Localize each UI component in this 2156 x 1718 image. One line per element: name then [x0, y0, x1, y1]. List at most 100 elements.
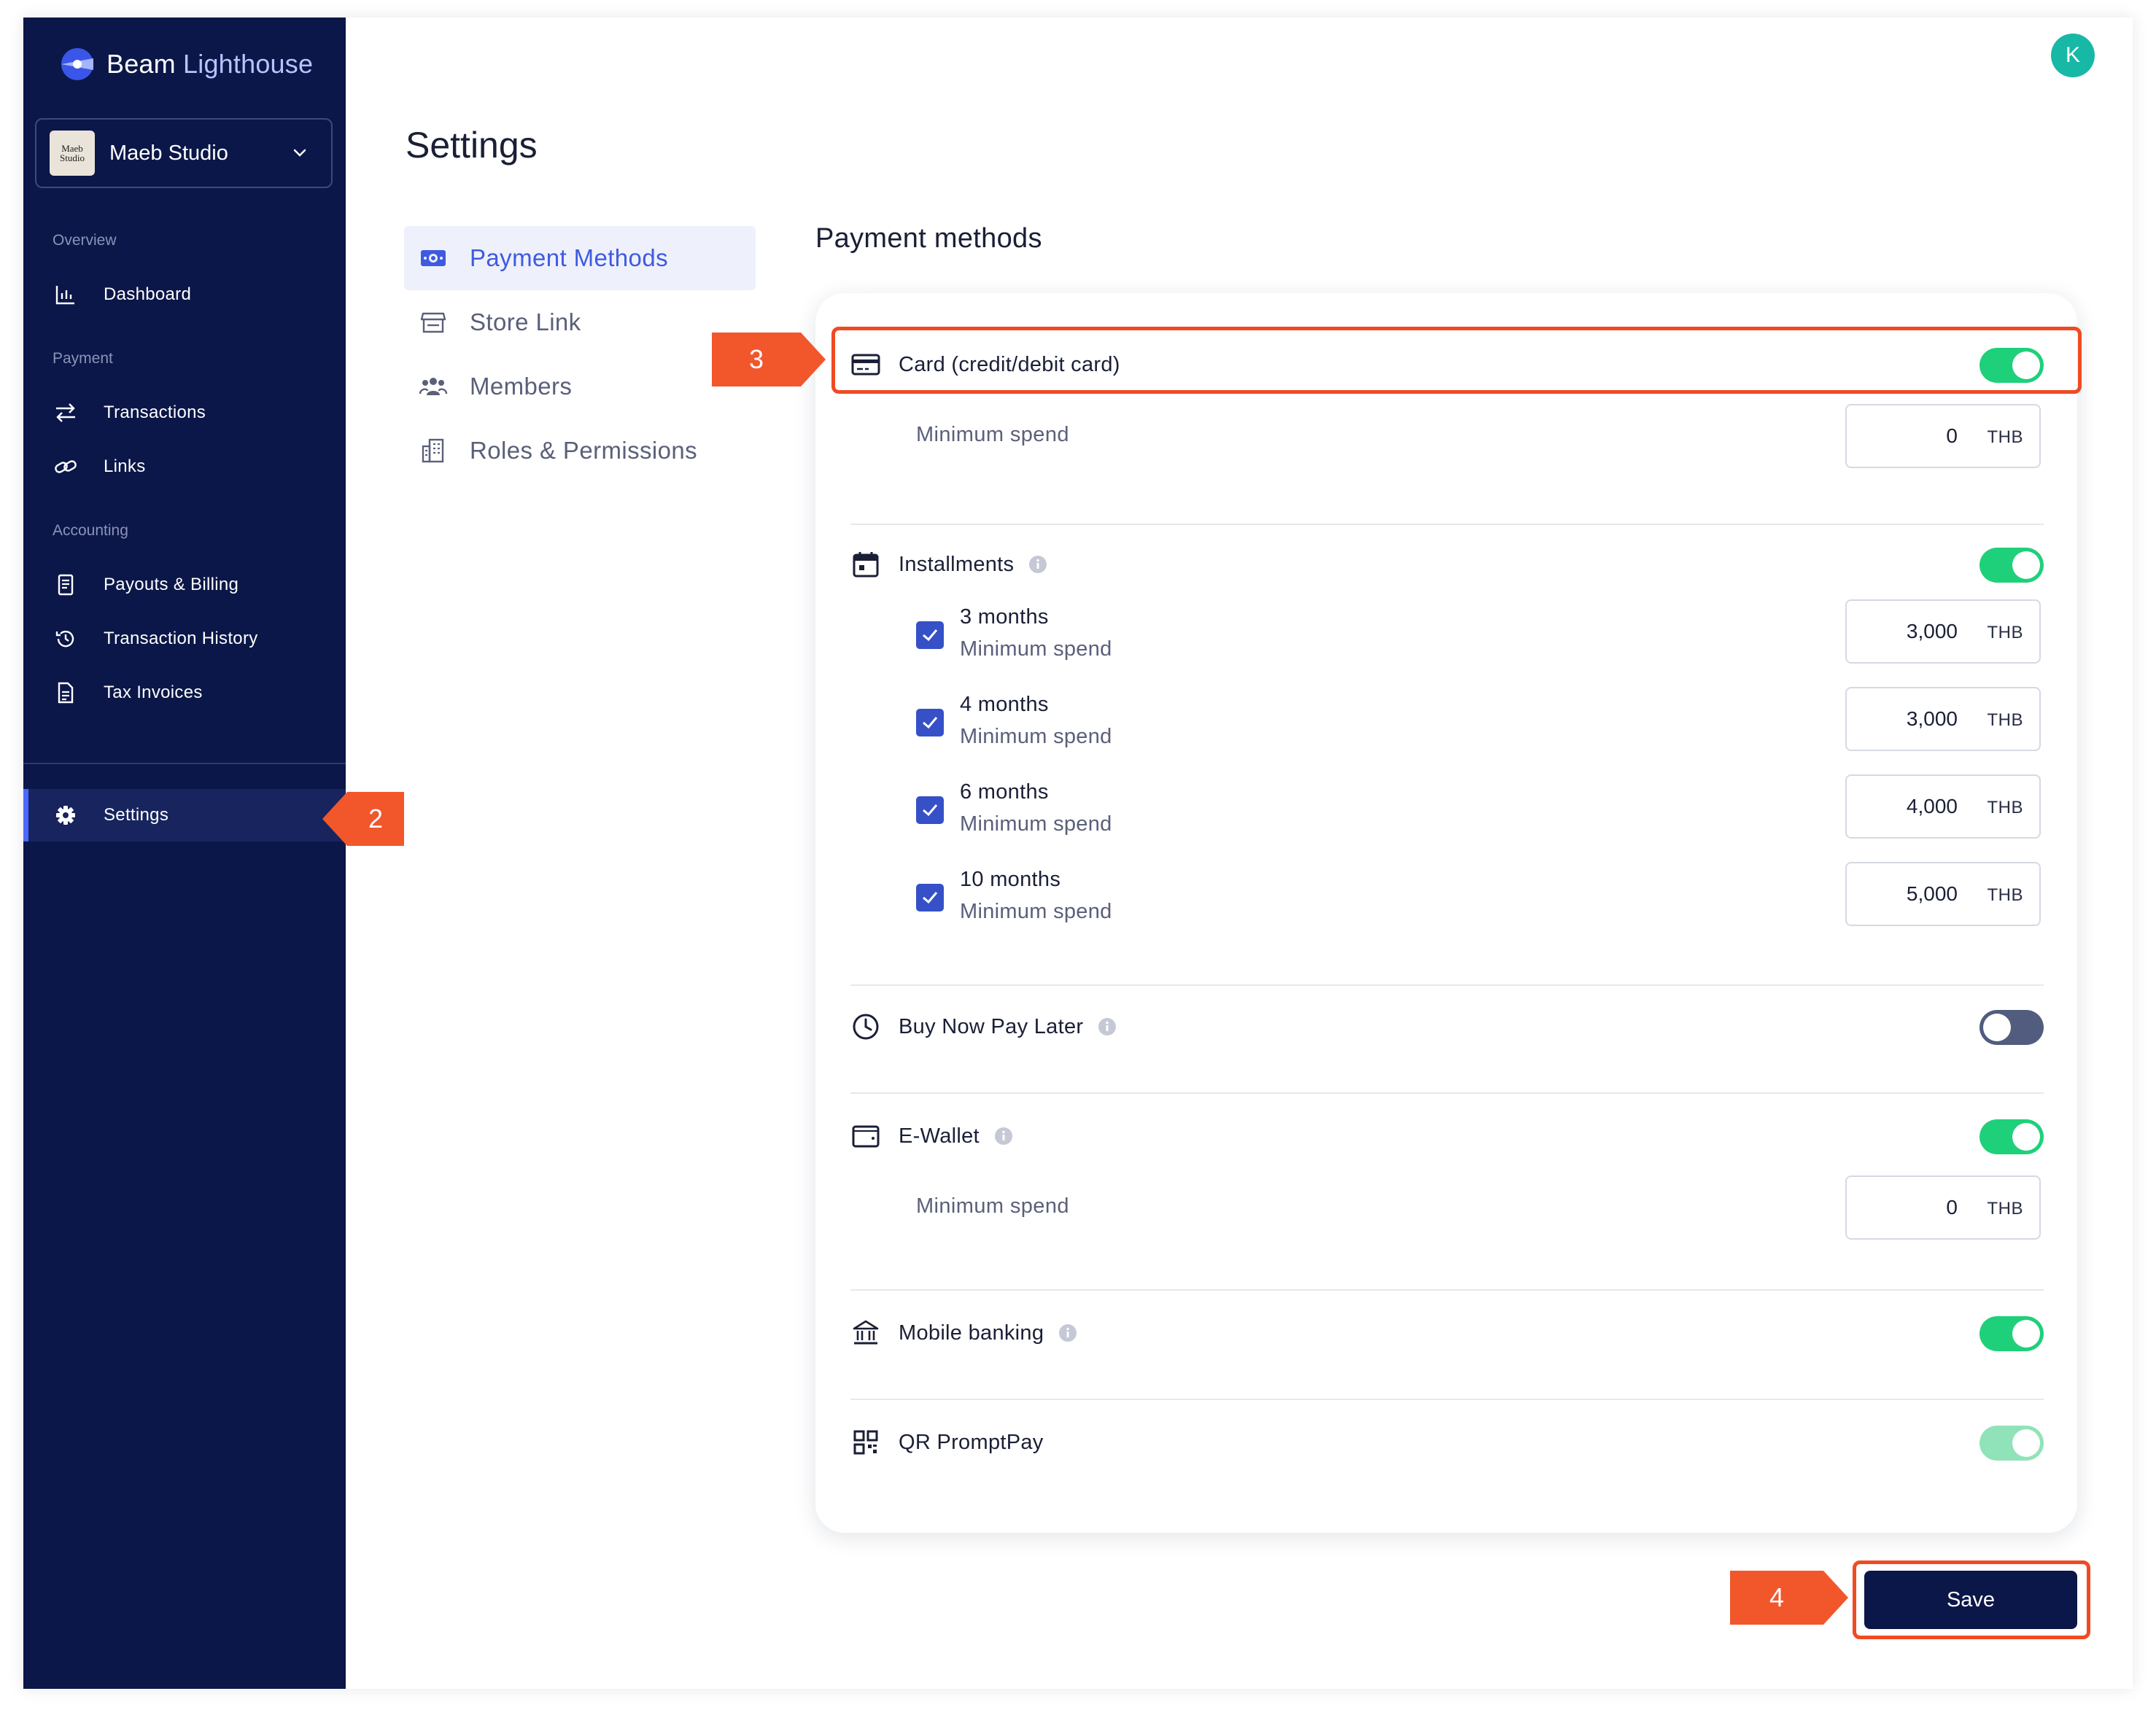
info-icon[interactable] [1028, 555, 1047, 574]
bar-chart-icon [55, 286, 74, 305]
check-icon [923, 804, 938, 817]
calendar-icon [853, 552, 879, 578]
qr-toggle[interactable] [1979, 1426, 2044, 1461]
sidebar-item-tax-invoices[interactable]: Tax Invoices [53, 677, 203, 709]
plan-checkbox[interactable] [916, 709, 944, 736]
bnpl-toggle[interactable] [1979, 1010, 2044, 1045]
arrows-swap-icon [56, 403, 75, 422]
plan-min-spend-input[interactable]: 3,000 THB [1845, 599, 2041, 664]
sidebar-item-dashboard[interactable]: Dashboard [53, 279, 191, 311]
min-spend-label: Minimum spend [916, 1194, 1069, 1218]
sidebar-item-label: Payouts & Billing [104, 575, 239, 594]
toggle-knob [1983, 1014, 2011, 1041]
page-title: Settings [406, 125, 538, 166]
row-divider [850, 984, 2044, 986]
sidebar-item-payouts[interactable]: Payouts & Billing [53, 569, 239, 601]
users-icon [419, 378, 448, 395]
annotation-step-3: 3 [712, 333, 826, 386]
user-avatar[interactable]: K [2051, 34, 2095, 77]
plan-checkbox[interactable] [916, 884, 944, 912]
tab-payment-methods[interactable]: Payment Methods [404, 226, 756, 290]
method-label: E-Wallet [899, 1124, 980, 1148]
check-icon [923, 892, 938, 904]
store-avatar: Maeb Studio [50, 131, 95, 176]
plan-title: 6 months [960, 780, 1049, 804]
ewallet-toggle[interactable] [1979, 1119, 2044, 1154]
card-min-spend-input[interactable]: 0 THB [1845, 404, 2041, 468]
ewallet-min-spend-input[interactable]: 0 THB [1845, 1175, 2041, 1240]
amount-value: 0 [1946, 424, 1958, 447]
tab-roles-permissions[interactable]: Roles & Permissions [404, 419, 756, 483]
currency-label: THB [1987, 885, 2023, 905]
mobile-banking-toggle[interactable] [1979, 1316, 2044, 1351]
plan-min-spend-input[interactable]: 4,000 THB [1845, 774, 2041, 839]
info-icon[interactable] [994, 1127, 1013, 1146]
plan-checkbox[interactable] [916, 621, 944, 649]
store-icon [420, 312, 446, 333]
plan-checkbox[interactable] [916, 796, 944, 824]
gear-icon [56, 806, 75, 825]
sidebar-item-label: Tax Invoices [104, 683, 203, 702]
store-selector[interactable]: Maeb Studio Maeb Studio [35, 118, 333, 188]
plan-subtitle: Minimum spend [960, 812, 1112, 836]
toggle-knob [2012, 1429, 2040, 1457]
plan-subtitle: Minimum spend [960, 725, 1112, 748]
row-divider [850, 1399, 2044, 1400]
method-label: Installments [899, 552, 1015, 576]
sidebar-item-links[interactable]: Links [53, 451, 146, 483]
app-window: Beam Lighthouse Maeb Studio Maeb Studio … [23, 18, 2133, 1689]
plan-subtitle: Minimum spend [960, 637, 1112, 661]
plan-min-spend-input[interactable]: 3,000 THB [1845, 687, 2041, 751]
installments-toggle[interactable] [1979, 548, 2044, 583]
plan-subtitle: Minimum spend [960, 900, 1112, 923]
link-icon [55, 460, 77, 473]
bank-icon [853, 1320, 879, 1345]
history-icon [55, 630, 74, 648]
document-icon [58, 682, 74, 704]
chevron-down-icon [293, 149, 306, 157]
info-icon[interactable] [1098, 1017, 1117, 1036]
plan-title: 3 months [960, 605, 1049, 629]
amount-value: 3,000 [1906, 620, 1958, 642]
plan-min-spend-input[interactable]: 5,000 THB [1845, 862, 2041, 926]
section-label-accounting: Accounting [53, 522, 128, 539]
currency-label: THB [1987, 710, 2023, 730]
check-icon [923, 629, 938, 642]
sidebar-item-settings[interactable]: Settings [23, 789, 346, 841]
plan-title: 10 months [960, 868, 1061, 891]
store-name: Maeb Studio [109, 141, 228, 165]
sidebar-divider [23, 763, 346, 764]
beam-logo-icon [61, 48, 93, 80]
currency-label: THB [1987, 798, 2023, 817]
active-indicator [23, 789, 28, 841]
clock-icon [853, 1014, 879, 1040]
tab-label: Store Link [470, 308, 581, 335]
building-icon [422, 438, 444, 463]
method-mobile-banking-row: Mobile banking [850, 1311, 2044, 1355]
method-qr-row: QR PromptPay [850, 1420, 2044, 1464]
method-installments-row: Installments [850, 543, 2044, 586]
amount-value: 4,000 [1906, 795, 1958, 817]
method-label: Mobile banking [899, 1321, 1044, 1345]
brand-logo[interactable]: Beam Lighthouse [58, 45, 313, 83]
sidebar-item-label: Transaction History [104, 629, 258, 648]
section-title: Payment methods [815, 223, 1042, 254]
sidebar-item-transaction-history[interactable]: Transaction History [53, 623, 258, 655]
annotation-highlight-save [1853, 1560, 2090, 1639]
sidebar-item-label: Links [104, 456, 146, 476]
info-icon[interactable] [1058, 1324, 1077, 1342]
annotation-step-4: 4 [1730, 1571, 1848, 1625]
sidebar-item-label: Settings [104, 805, 169, 825]
tab-members[interactable]: Members [404, 354, 756, 419]
brand-name: Beam Lighthouse [106, 49, 314, 79]
annotation-highlight-card [831, 327, 2082, 394]
tab-store-link[interactable]: Store Link [404, 290, 756, 354]
toggle-knob [2012, 1123, 2040, 1151]
row-divider [850, 1289, 2044, 1291]
check-icon [923, 717, 938, 729]
method-label: Buy Now Pay Later [899, 1014, 1084, 1038]
money-icon [421, 250, 446, 266]
sidebar-item-transactions[interactable]: Transactions [53, 397, 206, 429]
sidebar-item-label: Transactions [104, 403, 206, 422]
currency-label: THB [1987, 427, 2023, 447]
